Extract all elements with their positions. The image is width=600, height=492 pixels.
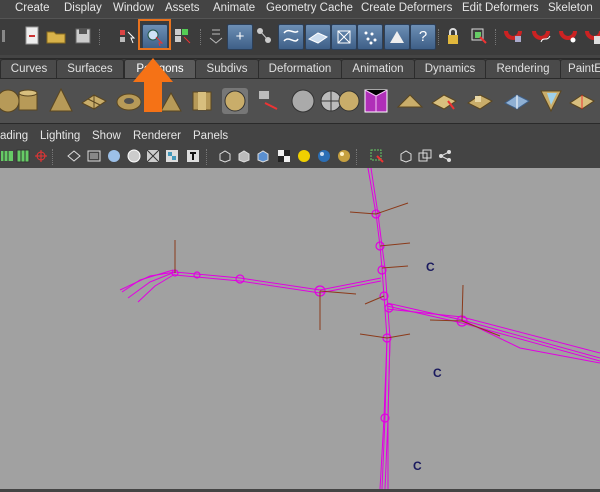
toolbar-separator <box>356 149 359 165</box>
toolbar-separator <box>206 149 209 165</box>
panel-menu-shading[interactable]: ading <box>0 130 28 142</box>
select-deformations-icon[interactable] <box>331 24 357 50</box>
open-scene-icon[interactable] <box>44 24 68 48</box>
poly-soccer-ball-icon[interactable] <box>221 87 249 115</box>
locator-label: C <box>413 459 422 473</box>
question-mark-glyph: ? <box>418 28 428 45</box>
frame-selected-icon[interactable] <box>399 149 413 163</box>
menu-create-deformers[interactable]: Create Deformers <box>361 2 452 14</box>
snap-to-grid-icon[interactable] <box>501 24 525 48</box>
tab-surfaces[interactable]: Surfaces <box>56 59 124 79</box>
polygons-shelf <box>0 78 600 124</box>
backface-culling-icon[interactable] <box>256 149 270 163</box>
callout-arrow-icon <box>133 58 173 112</box>
select-dynamics-icon[interactable] <box>357 24 383 50</box>
highlight-selection-icon[interactable] <box>467 24 491 48</box>
panel-menu-lighting[interactable]: Lighting <box>40 130 80 142</box>
menu-animate[interactable]: Animate <box>213 2 255 14</box>
panel-toolbar <box>0 146 600 169</box>
tab-subdivs[interactable]: Subdivs <box>195 59 259 79</box>
grid-icon[interactable] <box>16 149 30 163</box>
textured-icon[interactable] <box>165 149 179 163</box>
tab-curves[interactable]: Curves <box>0 59 58 79</box>
panel-menu-show[interactable]: Show <box>92 130 121 142</box>
select-curves-icon[interactable] <box>278 24 304 50</box>
tab-deformation[interactable]: Deformation <box>258 59 342 79</box>
locator-label: C <box>426 260 435 274</box>
menu-create[interactable]: Create <box>15 2 50 14</box>
split-polygon-icon[interactable] <box>537 87 565 115</box>
main-menu-bar: Create Display Window Assets Animate Geo… <box>0 0 600 18</box>
save-scene-icon[interactable] <box>71 24 95 48</box>
select-surfaces-icon[interactable] <box>305 24 331 50</box>
tab-rendering[interactable]: Rendering <box>485 59 561 79</box>
tab-animation[interactable]: Animation <box>341 59 415 79</box>
insert-edge-loop-icon[interactable] <box>568 87 596 115</box>
menu-skeleton[interactable]: Skeleton <box>548 2 593 14</box>
select-handles-icon[interactable]: + <box>227 24 253 50</box>
motion-blur-icon[interactable] <box>317 149 331 163</box>
shadows-icon[interactable] <box>277 149 291 163</box>
snap-to-view-planes-icon[interactable] <box>582 24 600 48</box>
xray-icon[interactable] <box>218 149 232 163</box>
xray-joints-icon[interactable] <box>237 149 251 163</box>
wireframe-shading-icon[interactable] <box>67 149 81 163</box>
toolbar-separator <box>52 149 55 165</box>
menu-assets[interactable]: Assets <box>165 2 200 14</box>
selection-mask-icon[interactable] <box>204 24 228 48</box>
extrude-icon[interactable] <box>430 87 458 115</box>
poly-plane-icon[interactable] <box>80 87 108 115</box>
toolbar-separator <box>495 29 498 45</box>
bridge-icon[interactable] <box>466 87 494 115</box>
select-misc-icon[interactable]: ? <box>410 24 436 50</box>
frame-all-icon[interactable] <box>418 149 432 163</box>
share-panel-icon[interactable] <box>438 149 452 163</box>
resolution-gate-icon[interactable] <box>87 149 101 163</box>
status-line-toolbar: + ? <box>0 18 600 55</box>
panel-menu-panels[interactable]: Panels <box>193 130 228 142</box>
snap-to-points-icon[interactable] <box>556 24 580 48</box>
use-all-lights-icon[interactable] <box>186 149 200 163</box>
anti-aliasing-icon[interactable] <box>337 149 351 163</box>
menu-display[interactable]: Display <box>64 2 102 14</box>
new-scene-icon[interactable] <box>20 24 44 48</box>
append-polygon-icon[interactable] <box>503 87 531 115</box>
poly-pipe-icon[interactable] <box>188 87 216 115</box>
callout-highlight-box <box>138 19 171 50</box>
camera-attributes-icon[interactable] <box>0 149 14 163</box>
toolbar-separator <box>99 29 102 45</box>
isolate-select-icon[interactable] <box>370 149 384 163</box>
boolean-icon[interactable] <box>335 87 363 115</box>
select-joints-icon[interactable] <box>252 24 276 48</box>
3d-viewport[interactable]: C C C <box>0 167 600 490</box>
smooth-shade-icon[interactable] <box>107 149 121 163</box>
lock-selection-icon[interactable] <box>441 24 465 48</box>
screen-space-ao-icon[interactable] <box>297 149 311 163</box>
flat-shade-icon[interactable] <box>127 149 141 163</box>
toolbar-separator <box>200 29 203 45</box>
menu-edit-deformers[interactable]: Edit Deformers <box>462 2 539 14</box>
smooth-icon[interactable] <box>362 87 390 115</box>
reduce-icon[interactable] <box>396 87 424 115</box>
snap-to-curves-icon[interactable] <box>529 24 553 48</box>
menu-geometry-cache[interactable]: Geometry Cache <box>266 2 353 14</box>
poly-cone-icon[interactable] <box>47 87 75 115</box>
panel-menu-renderer[interactable]: Renderer <box>133 130 181 142</box>
shelf-tab-bar: Curves Surfaces Polygons Subdivs Deforma… <box>0 58 600 79</box>
poly-cylinder-icon[interactable] <box>14 87 42 115</box>
viewport-skeleton-rig[interactable]: C C C <box>0 167 600 490</box>
separate-icon[interactable] <box>289 87 317 115</box>
tab-dynamics[interactable]: Dynamics <box>414 59 486 79</box>
wireframe-on-shaded-icon[interactable] <box>146 149 160 163</box>
toolbar-collapse-handle[interactable] <box>0 24 8 48</box>
panel-menu-bar: ading Lighting Show Renderer Panels <box>0 128 600 145</box>
select-by-hierarchy-icon[interactable] <box>116 24 140 48</box>
select-by-component-type-icon[interactable] <box>171 24 195 48</box>
image-plane-icon[interactable] <box>34 149 48 163</box>
menu-window[interactable]: Window <box>113 2 154 14</box>
locator-label: C <box>433 366 442 380</box>
select-rendering-icon[interactable] <box>384 24 410 50</box>
combine-icon[interactable] <box>255 87 283 115</box>
tab-paint-effects[interactable]: PaintE <box>560 59 600 79</box>
